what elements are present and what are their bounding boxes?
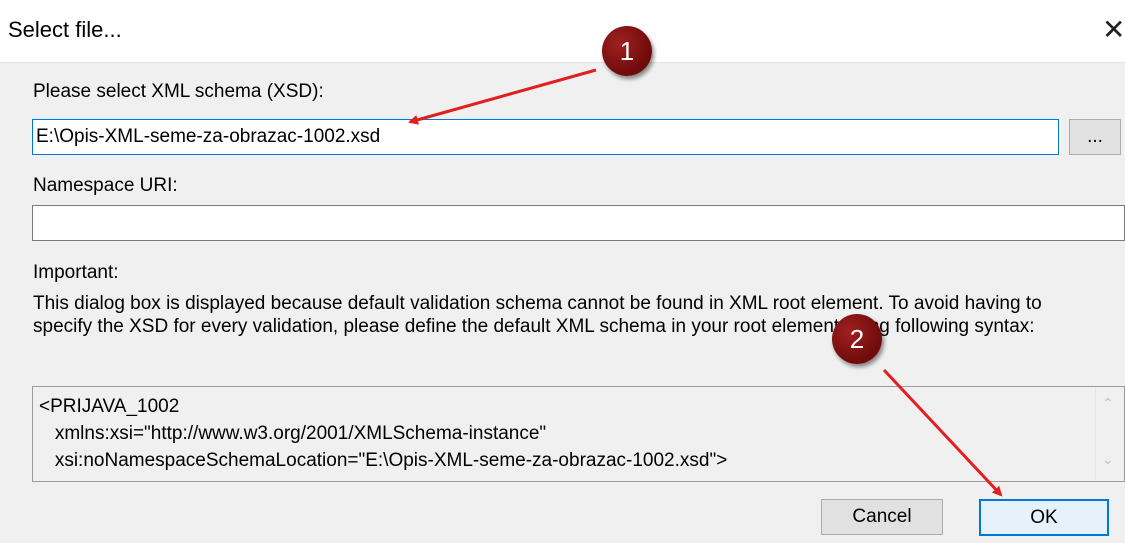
annotation-arrows [408,68,1003,497]
step-marker-2: 2 [832,314,882,364]
step-marker-1: 1 [602,26,652,76]
arrow-to-ok-button [882,368,1003,497]
arrow-to-xsd-input [408,68,597,125]
